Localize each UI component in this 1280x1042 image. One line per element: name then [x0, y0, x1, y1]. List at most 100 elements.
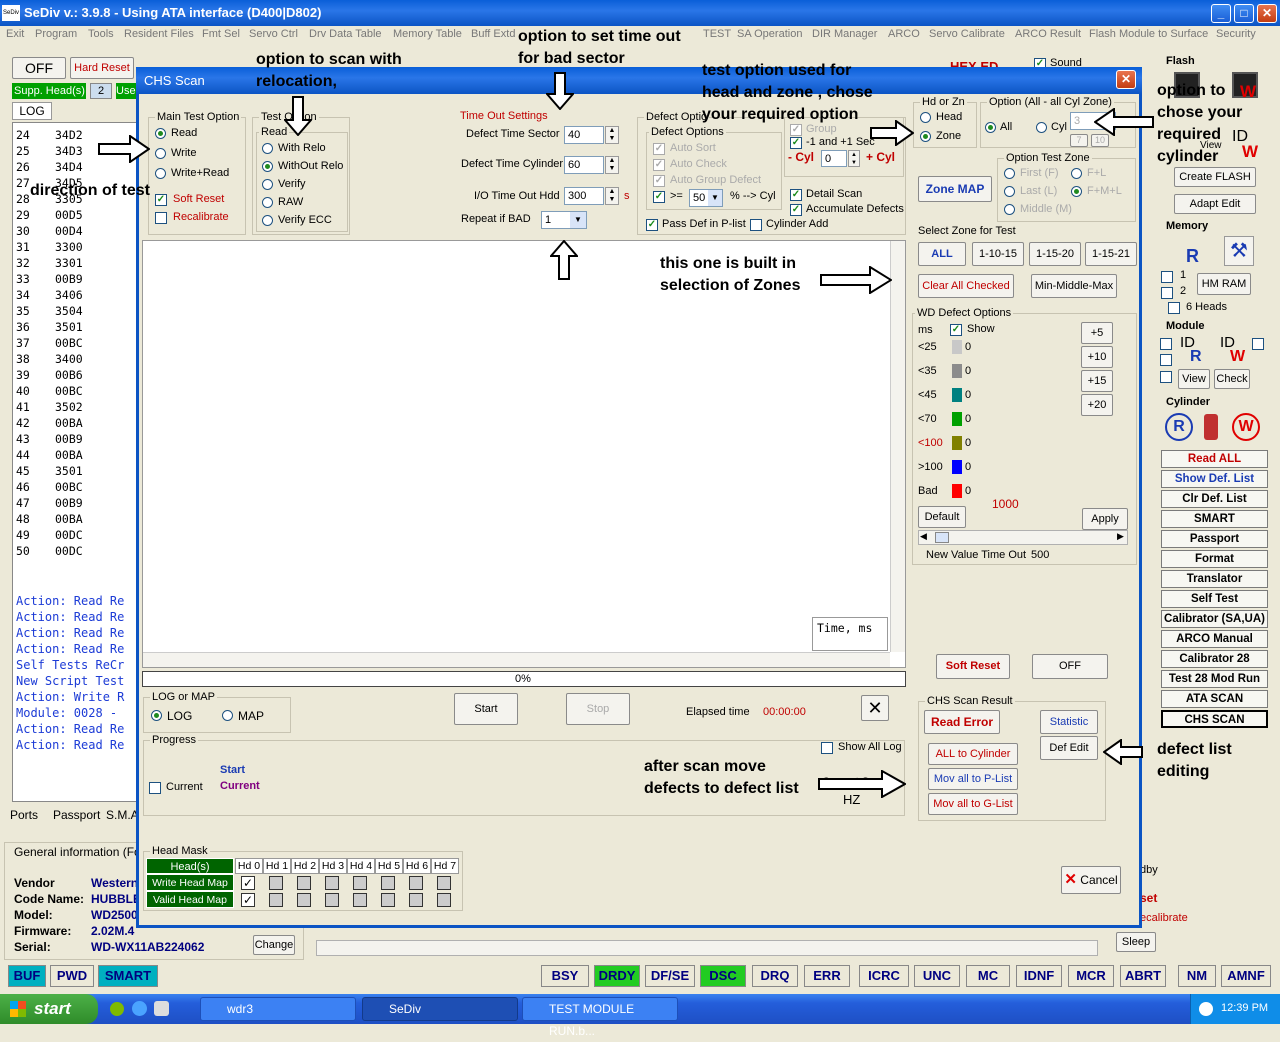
menu-resident-files[interactable]: Resident Files	[124, 28, 194, 40]
menu-dir-manager[interactable]: DIR Manager	[812, 28, 877, 40]
start-button[interactable]: start	[0, 994, 98, 1024]
cyl-offset-input[interactable]: 0	[821, 150, 847, 167]
ge-checkbox[interactable]: ✓	[653, 191, 665, 203]
plus-20-button[interactable]: +20	[1081, 394, 1113, 416]
dialog-soft-reset-button[interactable]: Soft Reset	[936, 654, 1010, 679]
menu-flash-module[interactable]: Flash Module to Surface	[1089, 28, 1208, 40]
head-write-map-checkbox[interactable]	[297, 876, 311, 890]
memory-r-icon[interactable]: R	[1186, 246, 1199, 267]
module-checkbox-3[interactable]	[1252, 338, 1264, 350]
side-button-show-def-list[interactable]: Show Def. List	[1161, 470, 1268, 488]
tray-icon[interactable]	[1199, 1002, 1213, 1016]
six-heads-checkbox[interactable]	[1168, 302, 1180, 314]
taskbar-item-test-module[interactable]: TEST MODULE RUN.b...	[522, 997, 678, 1038]
head-radio[interactable]	[920, 112, 931, 123]
log-radio[interactable]	[151, 710, 162, 721]
cyl-radio[interactable]	[1036, 122, 1047, 133]
side-button-ata-scan[interactable]: ATA SCAN	[1161, 690, 1268, 708]
side-button-self-test[interactable]: Self Test	[1161, 590, 1268, 608]
timeout-slider[interactable]: ◀ ▶	[918, 530, 1128, 545]
menu-memory-table[interactable]: Memory Table	[393, 28, 462, 40]
soft-reset-checkbox[interactable]: ✓	[155, 194, 167, 206]
quicklaunch-icon-1[interactable]	[110, 1002, 124, 1016]
zone-1-15-20-button[interactable]: 1-15-20	[1029, 242, 1081, 266]
auto-sort-checkbox[interactable]: ✓	[653, 143, 665, 155]
side-button-clr-def-list[interactable]: Clr Def. List	[1161, 490, 1268, 508]
map-radio[interactable]	[222, 710, 233, 721]
current-checkbox[interactable]	[149, 782, 161, 794]
taskbar-item-sediv[interactable]: SeDiv	[362, 997, 518, 1021]
memory-tool-icon[interactable]: ⚒	[1224, 236, 1254, 266]
plus-5-button[interactable]: +5	[1081, 322, 1113, 344]
side-button-chs-scan[interactable]: CHS SCAN	[1161, 710, 1268, 728]
slider-left-icon[interactable]: ◀	[920, 531, 927, 542]
head-write-map-checkbox[interactable]	[409, 876, 423, 890]
menu-program[interactable]: Program	[35, 28, 77, 40]
write-read-radio[interactable]	[155, 168, 166, 179]
maximize-button[interactable]: □	[1234, 4, 1254, 23]
verify-ecc-radio[interactable]	[262, 215, 273, 226]
module-check-button[interactable]: Check	[1214, 369, 1250, 389]
close-button[interactable]: ✕	[1257, 4, 1277, 23]
side-button-test-28-mod-run[interactable]: Test 28 Mod Run	[1161, 670, 1268, 688]
head-valid-map-checkbox[interactable]: ✓	[241, 893, 255, 907]
default-button[interactable]: Default	[918, 506, 966, 528]
tab-passport[interactable]: Passport	[53, 808, 100, 822]
defect-time-sector-spinner[interactable]: ▲ ▼	[605, 126, 619, 144]
show-all-log-checkbox[interactable]	[821, 742, 833, 754]
mov-plist-button[interactable]: Mov all to P-List	[928, 768, 1018, 790]
without-relo-radio[interactable]	[262, 161, 273, 172]
head-write-map-checkbox[interactable]	[269, 876, 283, 890]
write-radio[interactable]	[155, 148, 166, 159]
cyl-7-button[interactable]: 7	[1070, 134, 1088, 147]
zone-map-button[interactable]: Zone MAP	[918, 176, 992, 202]
tab-log[interactable]: LOG	[12, 102, 52, 120]
head-write-map-checkbox[interactable]	[325, 876, 339, 890]
head-valid-map-checkbox[interactable]	[409, 893, 423, 907]
dialog-close-button[interactable]: ✕	[1116, 70, 1136, 89]
cyl-offset-spinner[interactable]: ▲ ▼	[848, 150, 860, 167]
memory-checkbox-2[interactable]	[1161, 287, 1173, 299]
scan-hscroll[interactable]	[143, 652, 890, 667]
hard-reset-button[interactable]: Hard Reset	[70, 57, 134, 79]
zone-radio[interactable]	[920, 131, 931, 142]
menu-exit[interactable]: Exit	[6, 28, 24, 40]
defect-time-sector-input[interactable]: 40	[564, 126, 604, 144]
auto-check-checkbox[interactable]: ✓	[653, 159, 665, 171]
clear-all-checked-button[interactable]: Clear All Checked	[918, 274, 1014, 298]
head-valid-map-checkbox[interactable]	[353, 893, 367, 907]
min-middle-max-button[interactable]: Min-Middle-Max	[1031, 274, 1117, 298]
zone-1-15-21-button[interactable]: 1-15-21	[1085, 242, 1137, 266]
def-edit-button[interactable]: Def Edit	[1040, 736, 1098, 760]
recalibrate-checkbox[interactable]	[155, 212, 167, 224]
with-relo-radio[interactable]	[262, 143, 273, 154]
verify-radio[interactable]	[262, 179, 273, 190]
cylinder-add-checkbox[interactable]	[750, 219, 762, 231]
f-m-l-radio[interactable]	[1071, 186, 1082, 197]
all-to-cylinder-button[interactable]: ALL to Cylinder	[928, 743, 1018, 765]
raw-radio[interactable]	[262, 197, 273, 208]
module-checkbox-1[interactable]	[1160, 338, 1172, 350]
create-flash-button[interactable]: Create FLASH	[1174, 167, 1256, 187]
plus-10-button[interactable]: +10	[1081, 346, 1113, 368]
menu-tools[interactable]: Tools	[88, 28, 114, 40]
ge-dropdown-icon[interactable]: ▼	[708, 190, 722, 206]
last-l-radio[interactable]	[1004, 186, 1015, 197]
head-write-map-checkbox[interactable]	[353, 876, 367, 890]
adapt-edit-button[interactable]: Adapt Edit	[1174, 194, 1256, 214]
defect-time-cylinder-input[interactable]: 60	[564, 156, 604, 174]
module-checkbox-4[interactable]	[1160, 371, 1172, 383]
tab-ports[interactable]: Ports	[10, 808, 38, 822]
module-r-letter[interactable]: R	[1190, 348, 1202, 366]
memory-checkbox-1[interactable]	[1161, 271, 1173, 283]
head-write-map-checkbox[interactable]	[381, 876, 395, 890]
cylinder-tool-icon[interactable]	[1204, 414, 1218, 440]
side-button-read-all[interactable]: Read ALL	[1161, 450, 1268, 468]
statistic-button[interactable]: Statistic	[1040, 710, 1098, 734]
head-write-map-checkbox[interactable]: ✓	[241, 876, 255, 890]
side-button-calibrator-sa-ua[interactable]: Calibrator (SA,UA)	[1161, 610, 1268, 628]
io-timeout-spinner[interactable]: ▲ ▼	[605, 187, 619, 205]
side-button-translator[interactable]: Translator	[1161, 570, 1268, 588]
tab-smart[interactable]: S.M.A	[106, 808, 139, 822]
menu-sa-operation[interactable]: SA Operation	[737, 28, 802, 40]
